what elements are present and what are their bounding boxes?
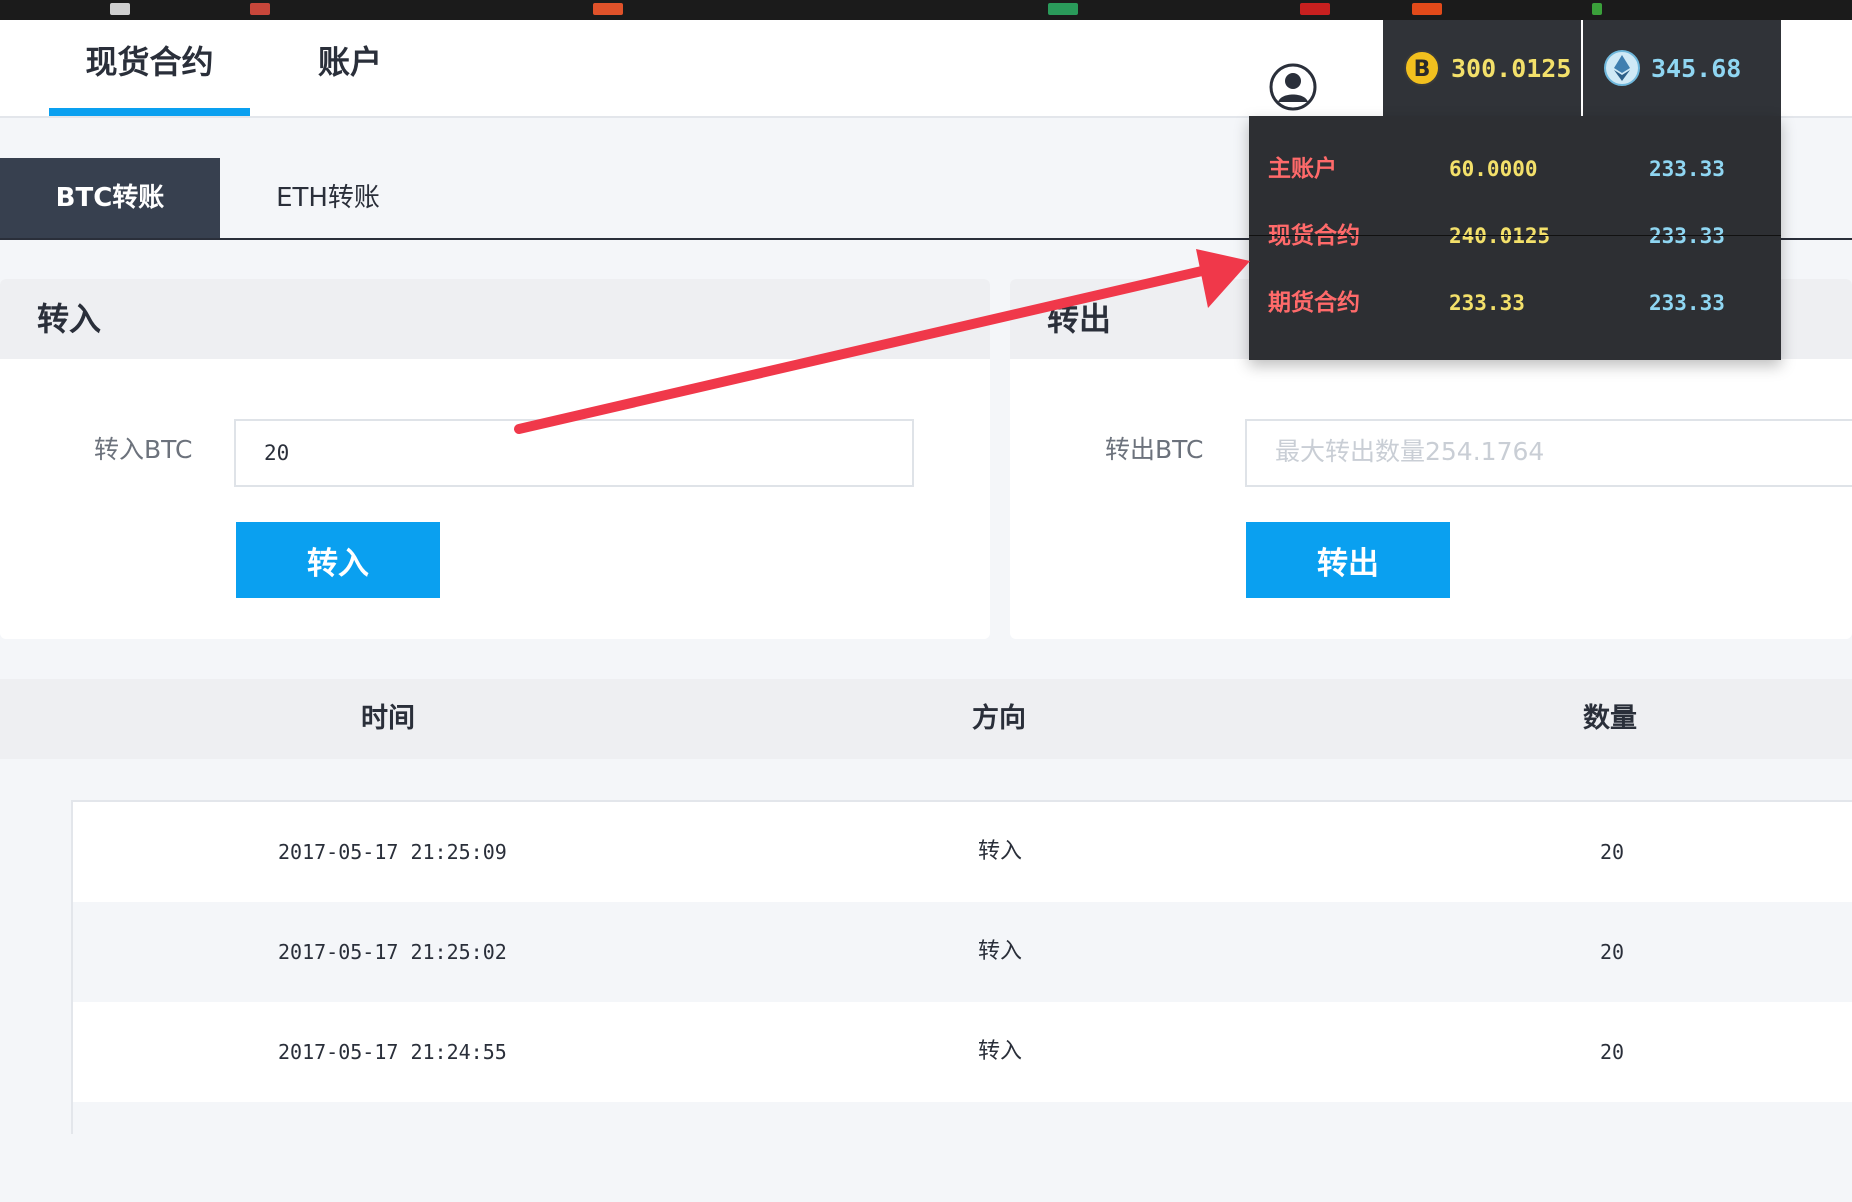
bookmark-bar [0, 0, 1852, 20]
bookmark-icon[interactable] [1412, 3, 1442, 15]
account-name: 主账户 [1268, 156, 1337, 182]
column-amount: 数量 [1583, 703, 1637, 734]
row-time: 2017-05-17 21:25:02 [278, 940, 507, 964]
row-amount: 20 [1600, 940, 1625, 964]
bookmark-icon[interactable] [1048, 3, 1078, 15]
column-direction: 方向 [972, 703, 1026, 734]
user-avatar-icon[interactable] [1269, 63, 1317, 111]
transfer-in-button[interactable]: 转入 [236, 522, 440, 598]
active-tab-indicator [49, 108, 250, 116]
bookmark-icon[interactable] [110, 3, 130, 15]
account-btc-value: 240.0125 [1449, 224, 1551, 248]
bookmark-icon[interactable] [1592, 3, 1602, 15]
eth-balance[interactable]: 345.68 [1583, 20, 1781, 116]
svg-text:B: B [1414, 57, 1431, 82]
row-direction: 转入 [978, 1039, 1023, 1064]
row-direction: 转入 [978, 839, 1023, 864]
transfer-out-button[interactable]: 转出 [1246, 522, 1450, 598]
transfer-in-label: 转入BTC [94, 435, 193, 464]
row-amount: 20 [1600, 840, 1625, 864]
btc-balance-value: 300.0125 [1451, 53, 1572, 83]
transfer-out-label: 转出BTC [1105, 435, 1204, 464]
row-time: 2017-05-17 21:25:09 [278, 840, 507, 864]
divider-line [1249, 235, 1781, 236]
table-row [73, 1102, 1852, 1202]
dropdown-row-main-account: 主账户 60.0000 233.33 [1249, 149, 1781, 189]
account-name: 期货合约 [1268, 290, 1360, 316]
bookmark-icon[interactable] [1300, 3, 1330, 15]
subtab-eth-transfer[interactable]: ETH转账 [228, 158, 428, 238]
dropdown-row-futures-contract: 期货合约 233.33 233.33 [1249, 283, 1781, 323]
table-row: 2017-05-17 21:24:55 转入 20 [73, 1002, 1852, 1102]
table-row: 2017-05-17 21:25:02 转入 20 [73, 902, 1852, 1002]
account-eth-value: 233.33 [1649, 291, 1725, 315]
account-eth-value: 233.33 [1649, 224, 1725, 248]
account-eth-value: 233.33 [1649, 157, 1725, 181]
column-time: 时间 [361, 703, 415, 734]
row-amount: 20 [1600, 1040, 1625, 1064]
nav-tab-spot-contract[interactable]: 现货合约 [49, 20, 250, 116]
account-btc-value: 233.33 [1449, 291, 1525, 315]
history-table: 2017-05-17 21:25:09 转入 20 2017-05-17 21:… [71, 800, 1852, 1202]
subtab-btc-transfer[interactable]: BTC转账 [0, 158, 220, 238]
history-table-header: 时间 方向 数量 [0, 679, 1852, 759]
transfer-in-panel: 转入 转入BTC 转入 [0, 279, 990, 639]
row-time: 2017-05-17 21:24:55 [278, 1040, 507, 1064]
btc-balance[interactable]: B 300.0125 [1383, 20, 1581, 116]
account-btc-value: 60.0000 [1449, 157, 1538, 181]
account-name: 现货合约 [1268, 223, 1360, 249]
transfer-in-title: 转入 [0, 279, 990, 359]
ethereum-icon [1604, 50, 1640, 86]
account-balance-dropdown: 主账户 60.0000 233.33 现货合约 240.0125 233.33 … [1249, 116, 1781, 360]
bitcoin-icon: B [1404, 50, 1440, 86]
transfer-out-amount-input[interactable] [1245, 419, 1852, 487]
nav-tab-account[interactable]: 账户 [290, 20, 410, 116]
eth-balance-value: 345.68 [1651, 53, 1742, 83]
transfer-in-amount-input[interactable] [234, 419, 914, 487]
bookmark-icon[interactable] [593, 3, 623, 15]
bookmark-icon[interactable] [250, 3, 270, 15]
table-row: 2017-05-17 21:25:09 转入 20 [73, 802, 1852, 902]
row-direction: 转入 [978, 939, 1023, 964]
dropdown-row-spot-contract: 现货合约 240.0125 233.33 [1249, 216, 1781, 256]
